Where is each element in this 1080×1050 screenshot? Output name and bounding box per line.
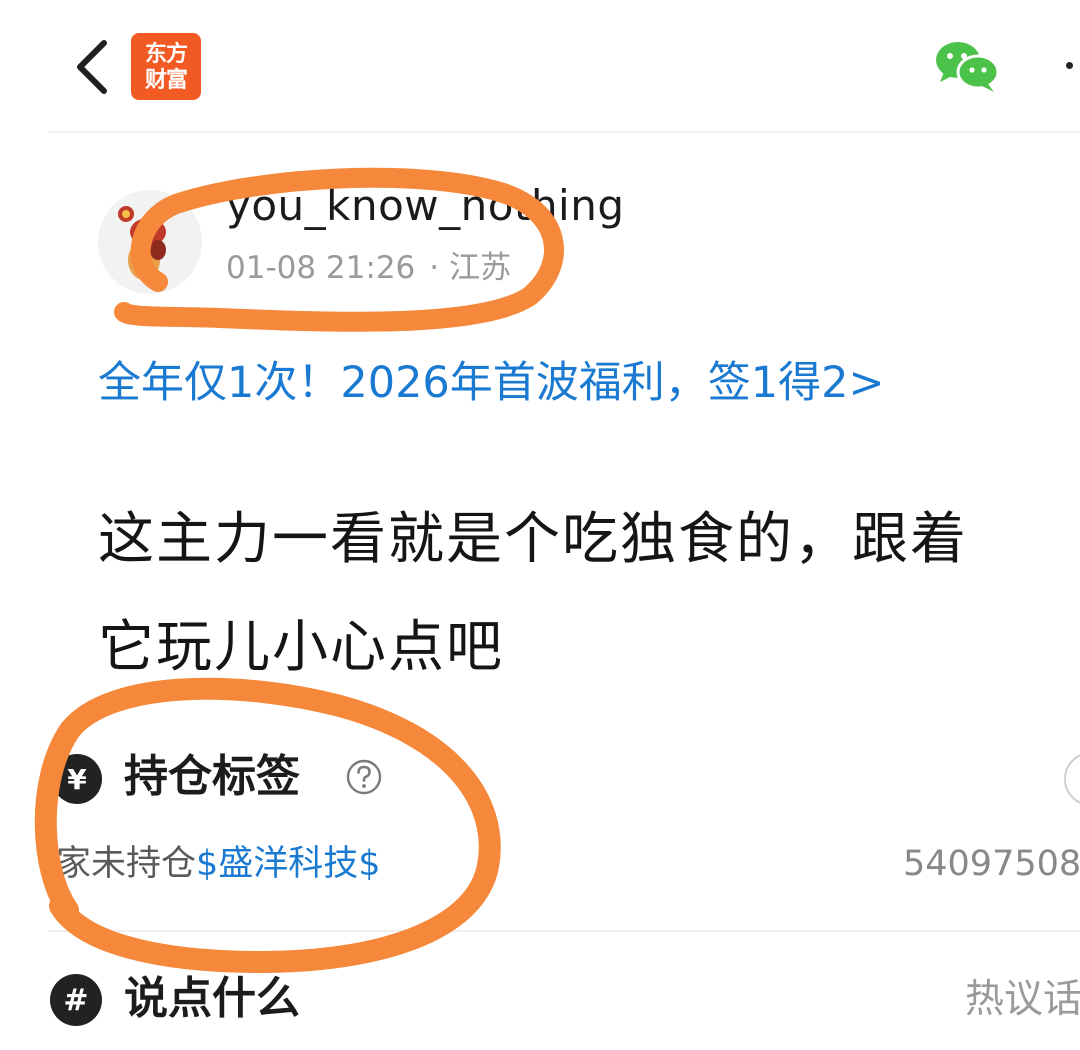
logo-line-2: 财富 xyxy=(144,66,188,93)
promo-link[interactable]: 全年仅1次！2026年首波福利，签1得2> xyxy=(98,352,885,414)
annotation-holding-circle xyxy=(34,677,501,973)
wechat-share-button[interactable] xyxy=(932,38,1002,94)
holding-tag-title: 持仓标签 xyxy=(124,751,300,802)
back-icon xyxy=(77,40,107,94)
stock-tag-link[interactable]: $盛洋科技$ xyxy=(196,844,381,884)
post-id: 540975082 xyxy=(903,844,1080,884)
meta-separator: · xyxy=(429,250,440,286)
header-divider xyxy=(48,131,1080,133)
more-icon xyxy=(1066,62,1073,69)
hash-icon: # xyxy=(50,974,102,1026)
back-button[interactable] xyxy=(62,30,122,104)
question-icon xyxy=(346,759,382,795)
post-content-line-1: 这主力一看就是个吃独食的，跟着 xyxy=(98,507,968,572)
section-divider xyxy=(48,930,1080,932)
post-content-line-2: 它玩儿小心点吧 xyxy=(98,615,504,680)
author-avatar[interactable] xyxy=(98,190,202,294)
app-logo[interactable]: 东方 财富 xyxy=(131,33,201,100)
say-something-title[interactable]: 说点什么 xyxy=(124,966,300,1032)
holding-status: 家未持仓$盛洋科技$ xyxy=(56,838,381,890)
avatar-image xyxy=(98,190,202,294)
yen-icon: ¥ xyxy=(52,754,102,804)
more-options-button[interactable] xyxy=(1058,50,1080,80)
help-button[interactable] xyxy=(346,759,382,795)
post-content: 这主力一看就是个吃独食的，跟着 它玩儿小心点吧 xyxy=(98,486,1080,702)
holding-status-prefix: 家未持仓 xyxy=(56,844,197,884)
holding-toggle[interactable] xyxy=(1064,752,1080,806)
logo-line-1: 东方 xyxy=(144,40,188,67)
author-username[interactable]: you_know_nothing xyxy=(226,178,625,234)
post-location: 江苏 xyxy=(449,250,512,286)
post-meta: 01-08 21:26 · 江苏 xyxy=(226,245,511,291)
wechat-icon xyxy=(936,42,1000,92)
hot-topics-link[interactable]: 热议话题 xyxy=(965,970,1080,1030)
post-time: 01-08 21:26 xyxy=(226,250,416,286)
